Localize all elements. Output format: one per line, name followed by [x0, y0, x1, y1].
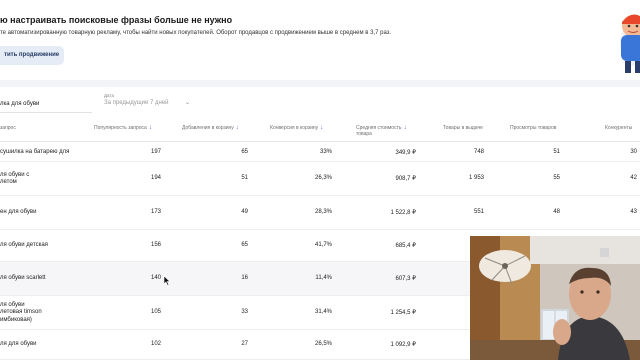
cell-conversion: 41,7%	[314, 242, 332, 248]
sort-arrow-down-icon: ↓	[403, 125, 407, 131]
cell-competitors: 30	[630, 148, 637, 155]
date-select[interactable]: За предыдущие 7 дней ⌄	[104, 100, 194, 111]
query-name[interactable]: ля обуви летовая timson имбиковая)	[0, 302, 70, 325]
cell-add-to-cart: 65	[241, 242, 248, 248]
cell-goods: 1 953	[468, 175, 484, 181]
cell-popularity: 173	[150, 209, 161, 215]
cell-views: 55	[553, 175, 560, 181]
webcam-overlay	[470, 236, 640, 360]
cell-conversion: 28,3%	[314, 209, 332, 215]
cell-popularity: 105	[150, 309, 161, 315]
query-name[interactable]: ля для обуви	[0, 341, 70, 349]
cell-popularity: 194	[150, 175, 161, 181]
cell-price: 607,3 ₽	[395, 276, 417, 282]
mascot-figure	[620, 14, 640, 73]
table-row[interactable]: ля обуви с летом 194 51 26,3% 908,7 ₽ 1 953 55 4…	[0, 162, 640, 196]
cell-popularity: 156	[150, 242, 161, 248]
query-name[interactable]: ля обуви с летом	[0, 172, 70, 187]
header-query[interactable]: запрос	[0, 125, 16, 131]
cell-popularity: 140	[150, 275, 161, 281]
cell-views: 48	[553, 209, 560, 215]
query-name[interactable]: ля обуви scarlett	[0, 275, 70, 283]
cell-conversion: 26,3%	[314, 175, 332, 181]
date-select-value: За предыдущие 7 дней	[104, 100, 169, 106]
sort-arrow-down-icon: ↓	[320, 125, 324, 131]
start-promotion-button[interactable]: тить продвижение	[0, 46, 64, 65]
header-views[interactable]: Просмотры товаров	[510, 125, 556, 131]
header-add-to-cart-label: Добавления в корзину	[182, 125, 234, 131]
date-caption: Дата	[104, 93, 114, 98]
header-add-to-cart[interactable]: Добавления в корзину ↓	[182, 125, 239, 131]
header-conversion[interactable]: Конверсия в корзину ↓	[270, 125, 323, 131]
section-divider	[0, 80, 640, 87]
page: ю настраивать поисковые фразы больше не …	[0, 0, 640, 360]
cell-price: 1 254,5 ₽	[390, 310, 416, 316]
cell-goods: 748	[473, 148, 484, 155]
header-popularity[interactable]: Популярность запроса ↓	[94, 125, 152, 131]
cell-add-to-cart: 16	[241, 275, 248, 281]
cell-goods: 551	[473, 209, 484, 215]
cell-competitors: 42	[630, 175, 637, 181]
cell-popularity: 197	[150, 148, 161, 155]
promo-banner: ю настраивать поисковые фразы больше не …	[0, 0, 640, 78]
cell-popularity: 102	[150, 341, 161, 347]
cell-add-to-cart: 51	[241, 175, 248, 181]
cell-add-to-cart: 33	[241, 309, 248, 315]
banner-text: те автоматизированную товарную рекламу, …	[0, 30, 392, 36]
cell-price: 349,9 ₽	[395, 149, 417, 156]
header-conversion-label: Конверсия в корзину	[270, 125, 319, 131]
query-name[interactable]: сушилка на батарею для	[0, 149, 70, 157]
cell-conversion: 33%	[319, 148, 332, 155]
cell-add-to-cart: 49	[241, 209, 248, 215]
chevron-down-icon: ⌄	[184, 100, 190, 106]
header-popularity-label: Популярность запроса	[94, 125, 147, 131]
cell-price: 685,4 ₽	[395, 243, 417, 249]
sort-arrow-down-icon: ↓	[235, 125, 239, 131]
cell-views: 51	[553, 148, 560, 155]
table-row[interactable]: сушилка на батарею для 197 65 33% 349,9 ₽ 748…	[0, 143, 640, 162]
cell-price: 908,7 ₽	[395, 176, 417, 182]
table-header: запрос Популярность запроса ↓ Добавления …	[0, 120, 640, 142]
header-avg-price-label-2: товара	[356, 131, 372, 137]
mouse-pointer-icon	[164, 276, 171, 286]
cell-price: 1 092,9 ₽	[390, 342, 416, 348]
cell-conversion: 31,4%	[314, 309, 332, 315]
query-name[interactable]: ен для обуви	[0, 209, 70, 217]
query-name[interactable]: ля обуви детская	[0, 242, 70, 250]
cell-conversion: 26,5%	[314, 341, 332, 347]
cell-add-to-cart: 27	[241, 341, 248, 347]
table-row[interactable]: ен для обуви 173 49 28,3% 1 522,8 ₽ 551 48 43	[0, 196, 640, 230]
cell-add-to-cart: 65	[241, 148, 248, 155]
sort-arrow-down-icon: ↓	[148, 125, 152, 131]
cell-competitors: 43	[630, 209, 637, 215]
header-competitors[interactable]: Конкуренты	[605, 125, 632, 131]
search-input[interactable]: лка для обуви	[0, 95, 92, 113]
header-avg-price[interactable]: Средняя стоимость ↓ товара	[356, 125, 406, 137]
header-goods-count[interactable]: Товары в выдаче	[443, 125, 483, 131]
banner-title: ю настраивать поисковые фразы больше не …	[0, 15, 233, 25]
cell-price: 1 522,8 ₽	[390, 210, 416, 216]
cell-conversion: 11,4%	[315, 275, 332, 281]
